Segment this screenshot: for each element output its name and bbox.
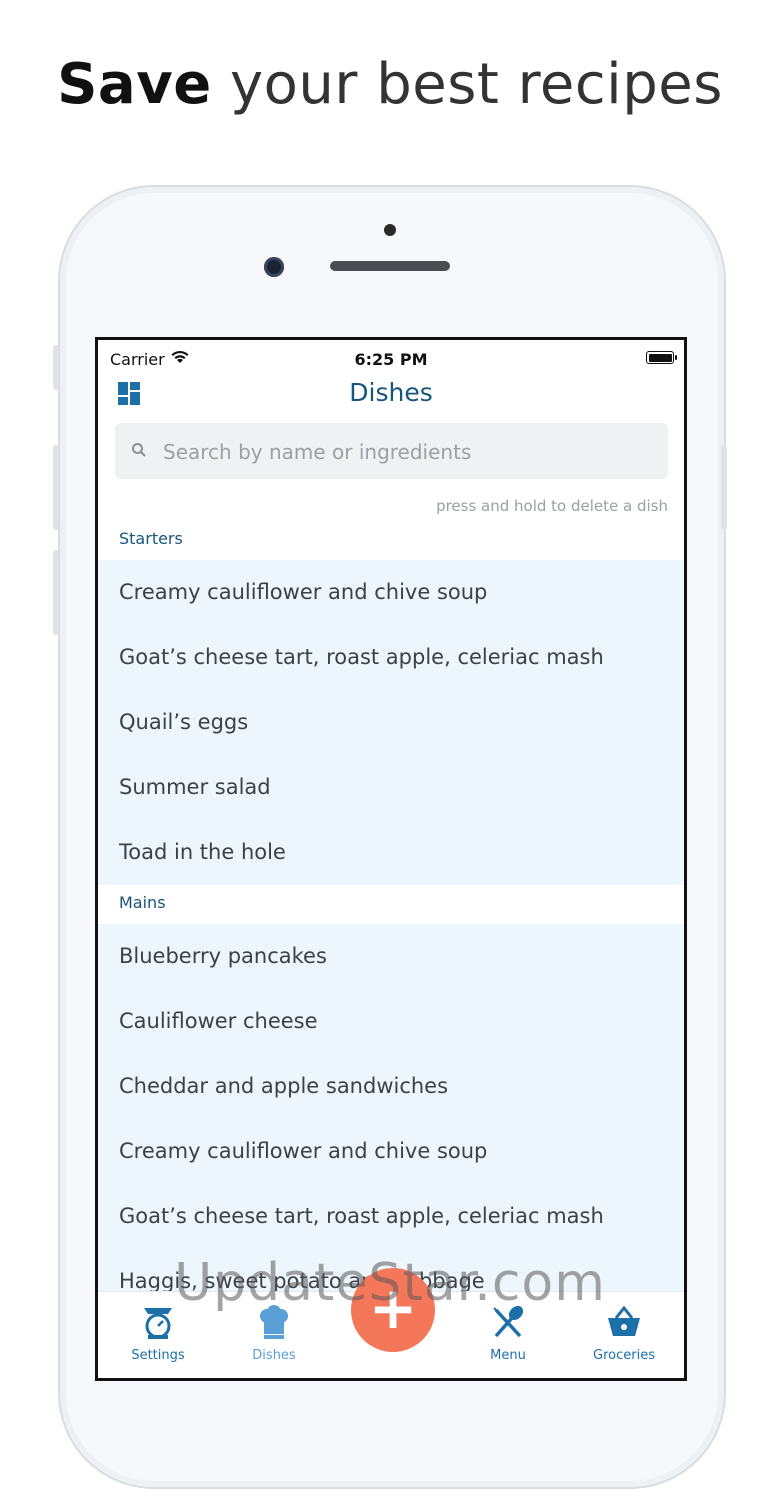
list-item[interactable]: Toad in the hole (98, 820, 684, 885)
battery-icon (646, 351, 677, 364)
search-input[interactable] (161, 423, 655, 481)
tab-label: Dishes (252, 1348, 296, 1363)
section-title: Mains (119, 893, 166, 912)
section-title: Starters (119, 529, 183, 548)
proximity-sensor (384, 224, 396, 236)
section-header-mains: Mains (98, 885, 684, 925)
list-item[interactable]: Summer salad (98, 755, 684, 820)
phone-volume-down (53, 550, 59, 635)
list-item[interactable]: Creamy cauliflower and chive soup (98, 560, 684, 625)
front-camera (264, 257, 284, 277)
app-screen: Carrier 6:25 PM Dishes press and hold to… (95, 337, 687, 1381)
tab-label: Menu (490, 1348, 526, 1363)
phone-mute-switch (53, 345, 59, 390)
list-item[interactable]: Quail’s eggs (98, 690, 684, 755)
nav-bar: Dishes (98, 376, 684, 424)
headline-bold: Save (57, 52, 212, 117)
tab-label: Groceries (593, 1348, 655, 1363)
tab-dishes[interactable]: Dishes (224, 1304, 324, 1363)
section-header-starters: Starters (98, 520, 684, 560)
list-item[interactable]: Goat’s cheese tart, roast apple, celeria… (98, 625, 684, 690)
list-item[interactable]: Cauliflower cheese (98, 989, 684, 1054)
tab-bar: Settings Dishes + Menu Groceries (98, 1268, 684, 1378)
status-time: 6:25 PM (354, 350, 428, 369)
starters-list: Creamy cauliflower and chive soup Goat’s… (98, 560, 684, 885)
scale-icon (144, 1308, 172, 1339)
page-title: Dishes (349, 378, 433, 407)
fork-spoon-icon (493, 1305, 524, 1338)
basket-icon (608, 1305, 640, 1336)
add-dish-button[interactable]: + (351, 1268, 435, 1352)
status-bar: Carrier 6:25 PM (98, 340, 684, 376)
promo-headline: Save your best recipes (0, 52, 780, 117)
tab-menu[interactable]: Menu (458, 1304, 558, 1363)
list-item[interactable]: Cheddar and apple sandwiches (98, 1054, 684, 1119)
tab-label: Settings (131, 1348, 185, 1363)
tab-settings[interactable]: Settings (108, 1304, 208, 1363)
search-bar[interactable] (115, 423, 668, 481)
list-item[interactable]: Goat’s cheese tart, roast apple, celeria… (98, 1184, 684, 1249)
headline-rest: your best recipes (211, 52, 723, 117)
delete-hint: press and hold to delete a dish (436, 497, 668, 515)
phone-power-button (721, 445, 727, 530)
chef-hat-icon (260, 1305, 288, 1339)
tab-groceries[interactable]: Groceries (574, 1304, 674, 1363)
mains-list: Blueberry pancakes Cauliflower cheese Ch… (98, 924, 684, 1314)
list-item[interactable]: Creamy cauliflower and chive soup (98, 1119, 684, 1184)
earpiece-speaker (330, 261, 450, 271)
list-item[interactable]: Blueberry pancakes (98, 924, 684, 989)
phone-volume-up (53, 445, 59, 530)
search-icon (132, 443, 146, 457)
